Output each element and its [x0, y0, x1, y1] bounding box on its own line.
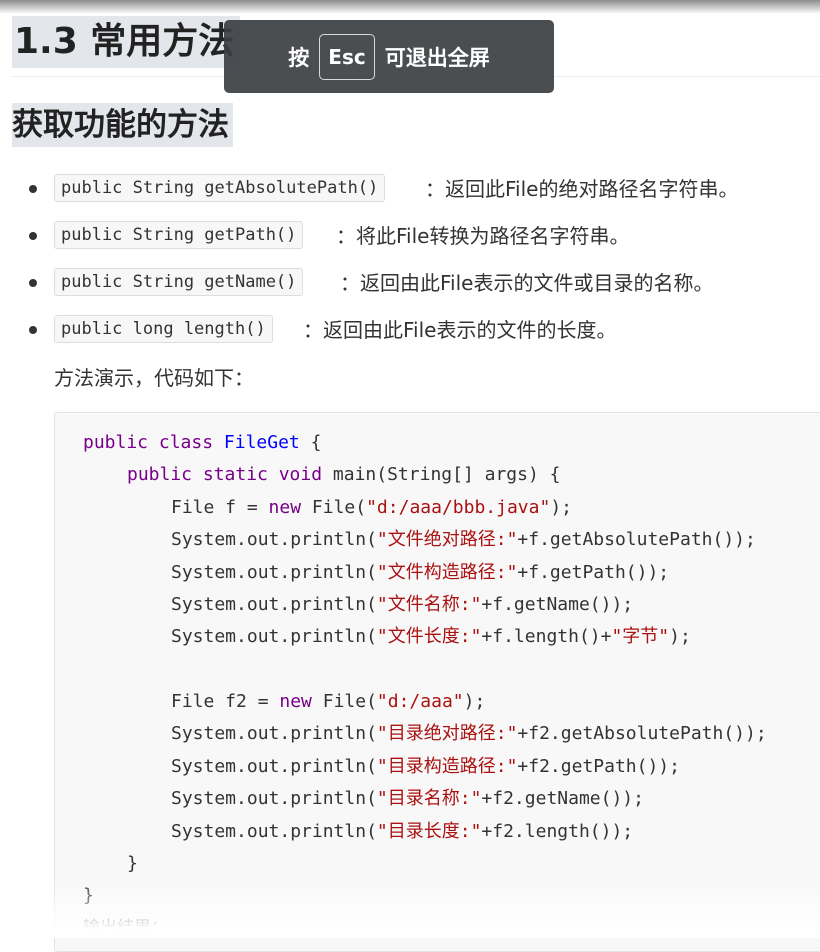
method-signature: public String getName()	[54, 268, 304, 296]
bottom-fade	[0, 880, 820, 938]
code-line: System.out.println("目录名称:"+f2.getName())…	[171, 784, 644, 814]
bullet-icon	[29, 279, 37, 287]
code-line: System.out.println("文件构造路径:"+f.getPath()…	[171, 558, 669, 588]
code-line: File f = new File("d:/aaa/bbb.java");	[171, 493, 572, 523]
code-line: System.out.println("文件长度:"+f.length()+"字…	[171, 622, 691, 652]
code-line: File f2 = new File("d:/aaa");	[171, 687, 485, 717]
code-text: );	[550, 497, 573, 518]
code-string: "目录绝对路径:"	[376, 723, 518, 744]
code-text: File(	[301, 497, 367, 518]
intro-text: 方法演示，代码如下：	[54, 366, 254, 390]
subsection-heading: 获取功能的方法	[12, 103, 233, 147]
code-text: System.out.println(	[171, 821, 377, 842]
bullet-icon	[29, 185, 37, 193]
code-text: +f.getPath());	[517, 562, 670, 583]
method-signature: public String getPath()	[54, 221, 304, 249]
code-text: main(String[] args) {	[332, 464, 561, 485]
code-text: +f.length()+	[481, 626, 612, 647]
code-string: "文件长度:"	[376, 626, 482, 647]
toast-prefix: 按	[288, 45, 310, 70]
code-text: System.out.println(	[171, 562, 377, 583]
code-line: System.out.println("目录长度:"+f2.length());	[171, 817, 633, 847]
code-text: System.out.println(	[171, 756, 377, 777]
code-string: "文件构造路径:"	[376, 562, 518, 583]
code-string: "文件名称:"	[376, 594, 482, 615]
code-keyword: new	[268, 497, 302, 518]
bullet-icon	[29, 326, 37, 334]
code-line: public class FileGet {	[83, 428, 321, 458]
code-line: System.out.println("目录构造路径:"+f2.getPath(…	[171, 752, 680, 782]
code-text: System.out.println(	[171, 594, 377, 615]
code-line: System.out.println("文件名称:"+f.getName());	[171, 590, 633, 620]
code-text: +f.getName());	[481, 594, 634, 615]
method-description: ：返回此File的绝对路径名字符串。	[425, 177, 739, 201]
code-text: );	[669, 626, 691, 647]
code-text: +f.getAbsolutePath());	[517, 529, 756, 550]
code-text: +f2.length());	[481, 821, 634, 842]
method-description: ：返回由此File表示的文件的长度。	[303, 318, 617, 342]
code-keyword: public class	[83, 432, 224, 453]
code-class-name: FileGet	[223, 432, 300, 453]
bullet-icon	[29, 232, 37, 240]
code-text: File f2 =	[171, 691, 280, 712]
code-keyword: public static void	[127, 464, 333, 485]
code-line: System.out.println("文件绝对路径:"+f.getAbsolu…	[171, 525, 756, 555]
fullscreen-exit-toast: 按 Esc 可退出全屏	[224, 20, 554, 93]
code-line: System.out.println("目录绝对路径:"+f2.getAbsol…	[171, 719, 767, 749]
code-text: System.out.println(	[171, 788, 377, 809]
code-text: );	[463, 691, 486, 712]
code-string: "d:/aaa/bbb.java"	[366, 497, 551, 518]
method-description: ：返回由此File表示的文件或目录的名称。	[340, 271, 714, 295]
code-text: File f =	[171, 497, 269, 518]
code-text: +f2.getName());	[481, 788, 644, 809]
code-block[interactable]: public class FileGet { public static voi…	[54, 412, 820, 952]
code-text: +f2.getPath());	[517, 756, 680, 777]
code-string: "d:/aaa"	[376, 691, 464, 712]
code-line: }	[127, 849, 138, 879]
method-signature: public String getAbsolutePath()	[54, 174, 386, 202]
code-string: "目录名称:"	[376, 788, 482, 809]
code-text: System.out.println(	[171, 626, 377, 647]
toast-suffix: 可退出全屏	[384, 45, 490, 70]
section-heading: 1.3 常用方法	[12, 16, 241, 68]
code-keyword: new	[279, 691, 312, 712]
code-string: "目录构造路径:"	[376, 756, 518, 777]
code-string: "文件绝对路径:"	[376, 529, 518, 550]
code-text: {	[299, 432, 322, 453]
code-string: "目录长度:"	[376, 821, 482, 842]
code-text: System.out.println(	[171, 529, 377, 550]
code-line: public static void main(String[] args) {	[127, 460, 560, 490]
top-shadow	[0, 0, 820, 14]
code-string: "字节"	[611, 626, 670, 647]
method-signature: public long length()	[54, 315, 273, 343]
esc-key[interactable]: Esc	[319, 33, 375, 80]
code-text: }	[127, 853, 138, 874]
code-text: +f2.getAbsolutePath());	[517, 723, 767, 744]
method-description: ：将此File转换为路径名字符串。	[336, 224, 630, 248]
code-text: System.out.println(	[171, 723, 377, 744]
code-text: File(	[311, 691, 377, 712]
